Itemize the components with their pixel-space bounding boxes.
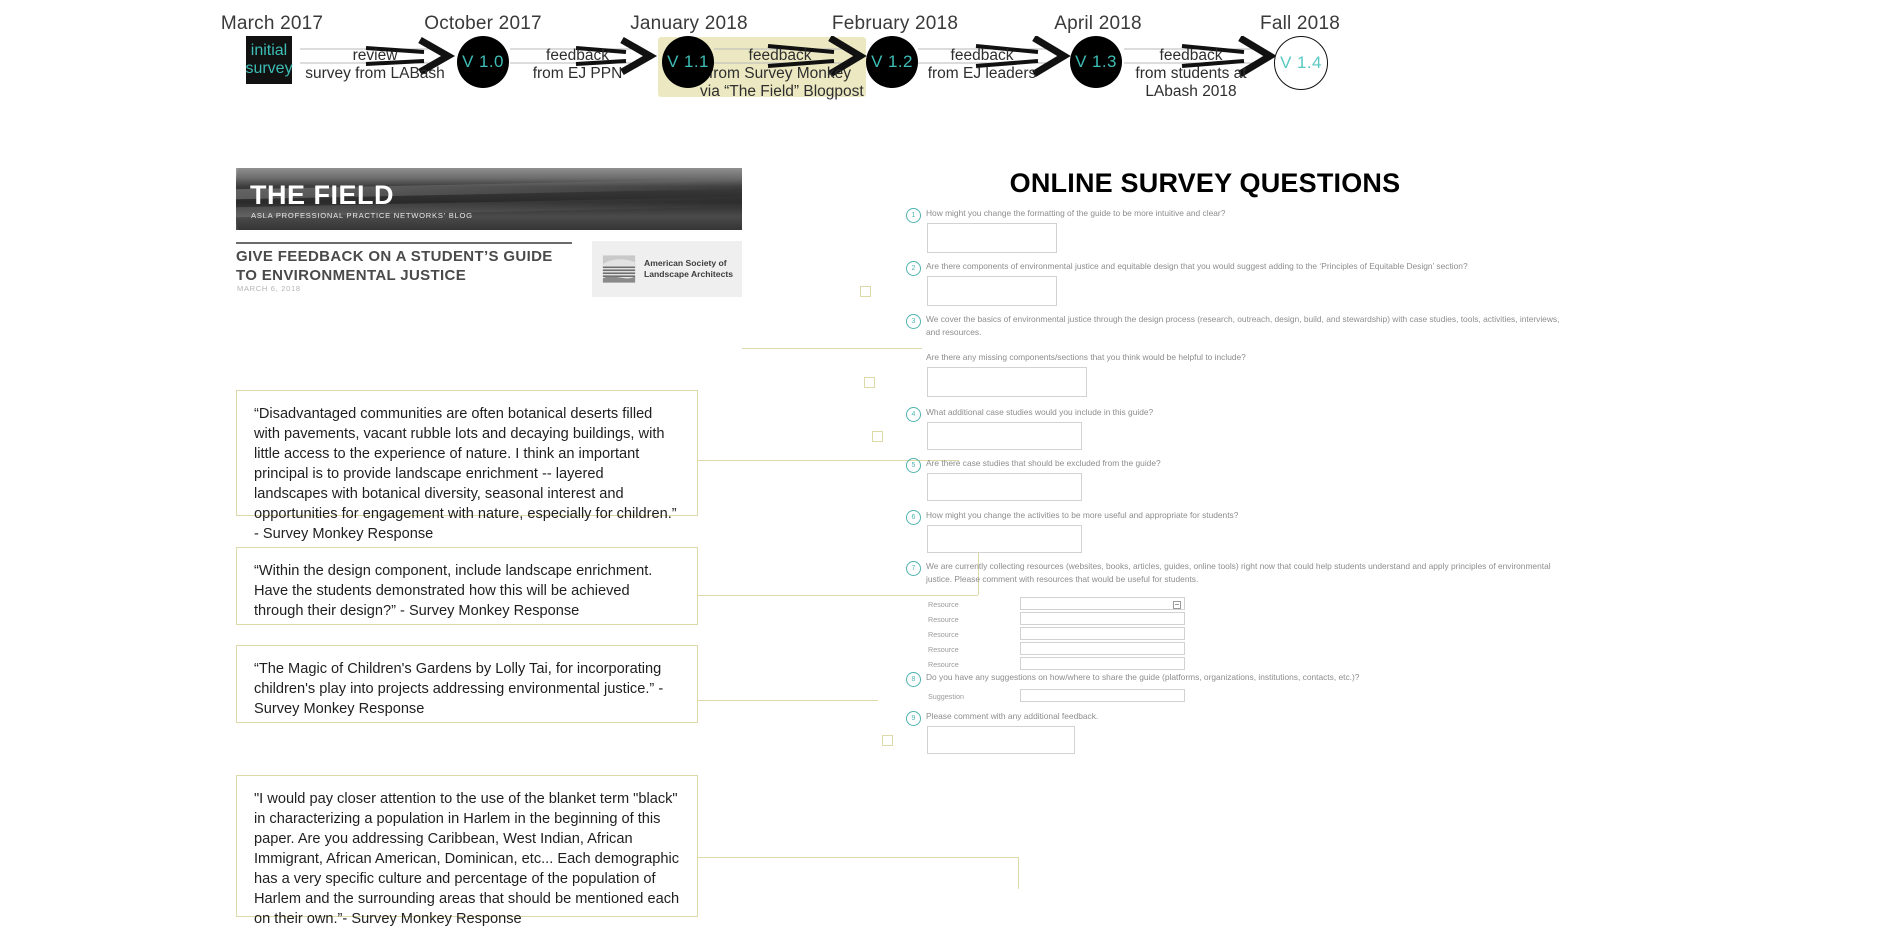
question-text-5: Are there case studies that should be ex… xyxy=(926,458,1161,468)
question-text-7: We are currently collecting resources (w… xyxy=(926,561,1551,585)
question-text-2: Are there components of environmental ju… xyxy=(926,261,1468,271)
survey-panel-title: ONLINE SURVEY QUESTIONS xyxy=(1009,168,1401,198)
answer-input-5[interactable] xyxy=(927,473,1082,501)
survey-question-5: 5 Are there case studies that should be … xyxy=(900,456,1580,516)
survey-question-7: 7 We are currently collecting resources … xyxy=(900,559,1580,670)
question-number-2: 2 xyxy=(906,261,921,276)
answer-input-3[interactable] xyxy=(927,367,1087,397)
question-number-1: 1 xyxy=(906,208,921,223)
question-text-4: What additional case studies would you i… xyxy=(926,407,1154,417)
question-text-6: How might you change the activities to b… xyxy=(926,510,1239,520)
resource-label-3: Resource xyxy=(928,630,959,639)
poster-canvas: March 2017 October 2017 January 2018 Feb… xyxy=(0,0,1900,927)
question-text-8: Do you have any suggestions on how/where… xyxy=(926,672,1360,682)
question-number-5: 5 xyxy=(906,458,921,473)
quote-card-4: "I would pay closer attention to the use… xyxy=(236,775,698,927)
connector-pin-9 xyxy=(882,735,893,746)
question-subtext-3: Are there any missing components/section… xyxy=(926,352,1246,362)
question-number-7: 7 xyxy=(906,561,921,576)
question-number-6: 6 xyxy=(906,510,921,525)
connector-pin-3 xyxy=(864,377,875,388)
connector-q4-h xyxy=(698,857,1018,858)
quote-card-1: “Disadvantaged communities are often bot… xyxy=(236,390,698,542)
question-number-9: 9 xyxy=(906,711,921,726)
resource-input-3[interactable] xyxy=(1020,627,1185,640)
quote-text-4: "I would pay closer attention to the use… xyxy=(254,791,680,927)
resource-input-2[interactable] xyxy=(1020,612,1185,625)
question-number-4: 4 xyxy=(906,407,921,422)
calendar-icon[interactable] xyxy=(1173,600,1181,609)
question-text-3: We cover the basics of environmental jus… xyxy=(926,314,1560,338)
quote-text-2: “Within the design component, include la… xyxy=(254,563,653,619)
quote-card-3: “The Magic of Children's Gardens by Loll… xyxy=(236,645,698,723)
resource-label-2: Resource xyxy=(928,615,959,624)
question-text-9: Please comment with any additional feedb… xyxy=(926,711,1099,721)
survey-question-1: 1 How might you change the formatting of… xyxy=(900,206,1580,266)
question-text-1: How might you change the formatting of t… xyxy=(926,208,1226,218)
resource-label-4: Resource xyxy=(928,645,959,654)
answer-input-9[interactable] xyxy=(927,726,1075,754)
quote-text-3: “The Magic of Children's Gardens by Loll… xyxy=(254,661,664,717)
resource-label-5: Resource xyxy=(928,660,959,669)
resource-input-1[interactable] xyxy=(1020,597,1185,610)
quote-card-2: “Within the design component, include la… xyxy=(236,547,698,625)
question-number-8: 8 xyxy=(906,672,921,687)
suggestion-label: Suggestion xyxy=(928,692,964,701)
answer-input-1[interactable] xyxy=(927,223,1057,253)
resource-label-1: Resource xyxy=(928,600,959,609)
connector-blog-to-q2-h xyxy=(742,348,922,349)
answer-input-2[interactable] xyxy=(927,276,1057,306)
connector-pin-2 xyxy=(860,286,871,297)
connector-q3-h xyxy=(698,700,878,701)
survey-question-8: 8 Do you have any suggestions on how/whe… xyxy=(900,670,1580,710)
quote-text-1: “Disadvantaged communities are often bot… xyxy=(254,406,677,542)
resource-input-5[interactable] xyxy=(1020,657,1185,670)
resource-input-4[interactable] xyxy=(1020,642,1185,655)
answer-input-4[interactable] xyxy=(927,422,1082,450)
suggestion-input[interactable] xyxy=(1020,689,1185,702)
connector-pin-4 xyxy=(872,431,883,442)
survey-question-9: 9 Please comment with any additional fee… xyxy=(882,709,1580,769)
connector-q4-v xyxy=(1018,857,1019,889)
answer-input-6[interactable] xyxy=(927,525,1082,553)
question-number-3: 3 xyxy=(906,314,921,329)
